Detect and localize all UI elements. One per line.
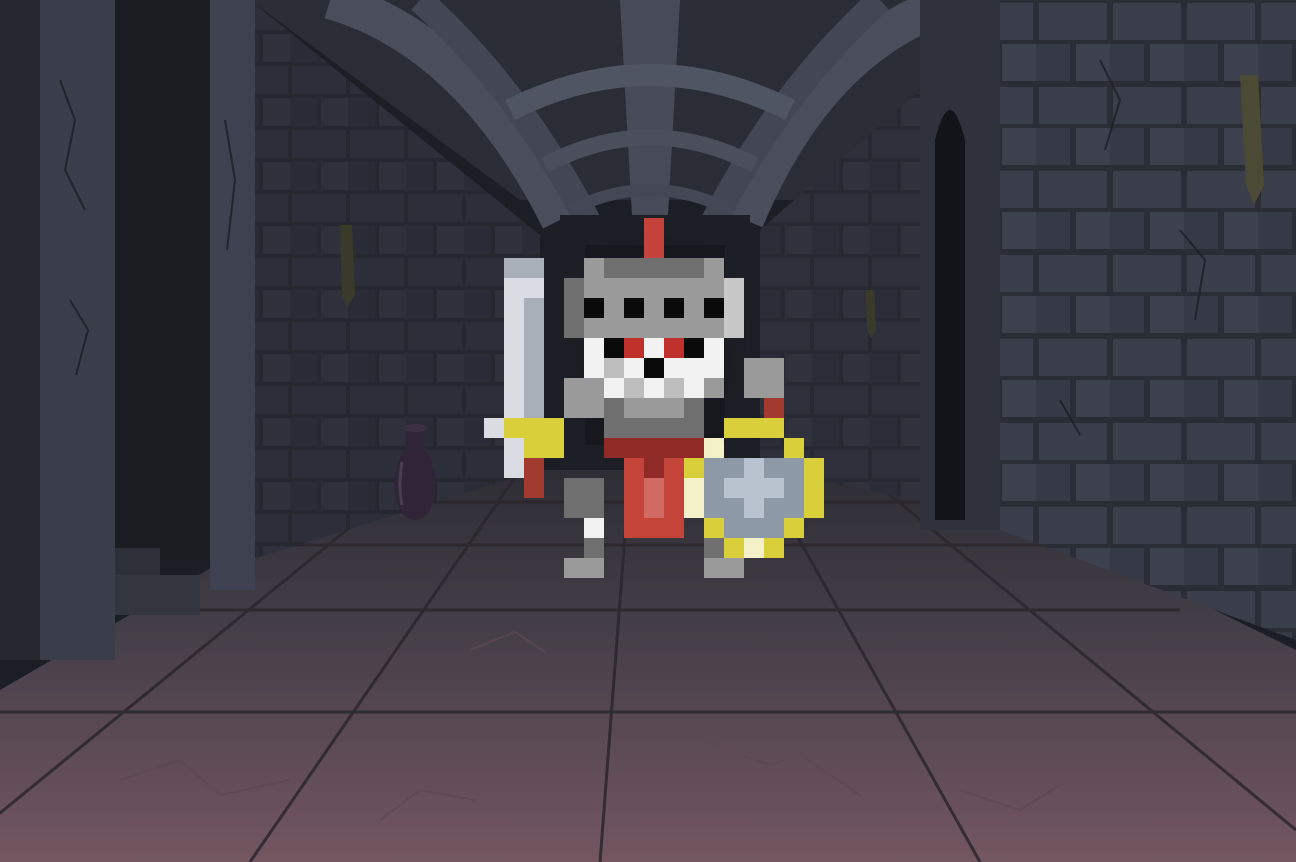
chest-armor [624,398,684,418]
helmet-highlight [724,278,744,338]
shield-rim [784,438,804,458]
sword-guard [524,438,564,458]
sword-guard [504,418,564,438]
sword-guard [504,438,524,458]
tabard-shade [644,458,664,478]
helmet-top [704,258,724,278]
right-shin [704,538,724,558]
shield-rim [804,458,824,518]
shield-rim [744,538,764,558]
nose-hole [644,358,664,378]
visor-slot [704,298,724,318]
sword-grip [524,458,544,498]
skull-shade [604,358,624,378]
sword-blade [504,298,524,418]
sword-tip [504,278,544,298]
helmet-top [584,258,604,278]
tabard-highlight [644,478,664,518]
left-shin [584,538,604,558]
left-arm [564,378,604,418]
skeleton-knight-enemy[interactable] [0,0,1296,862]
visor-slot [624,298,644,318]
sword-blade [504,458,524,478]
shield-rim [724,418,784,438]
eye-socket [604,338,624,358]
teeth [604,378,704,398]
left-leg [564,478,604,518]
sword-blade [524,298,544,418]
shield-rim [704,438,724,458]
red-eye [664,338,684,358]
helmet-shade [564,278,584,338]
shield-rim [784,518,804,538]
shield-rim [684,478,704,518]
right-shoulder [744,358,784,398]
visor-slot [664,298,684,318]
left-foot [564,558,604,578]
sword-tip [504,258,544,278]
visor-slot [584,298,604,318]
helmet-plume [644,218,664,258]
shield-rim [684,458,704,478]
right-foot [704,558,744,578]
red-eye [624,338,644,358]
teeth-gap [664,378,684,398]
helmet-top [604,258,704,278]
teeth-gap [624,378,644,398]
belt [604,438,704,458]
sword-guard [484,418,504,438]
shield-cross [724,478,784,498]
left-knee [584,518,604,538]
shield-strap [764,398,784,418]
eye-socket [684,338,704,358]
shield-rim [704,518,724,538]
